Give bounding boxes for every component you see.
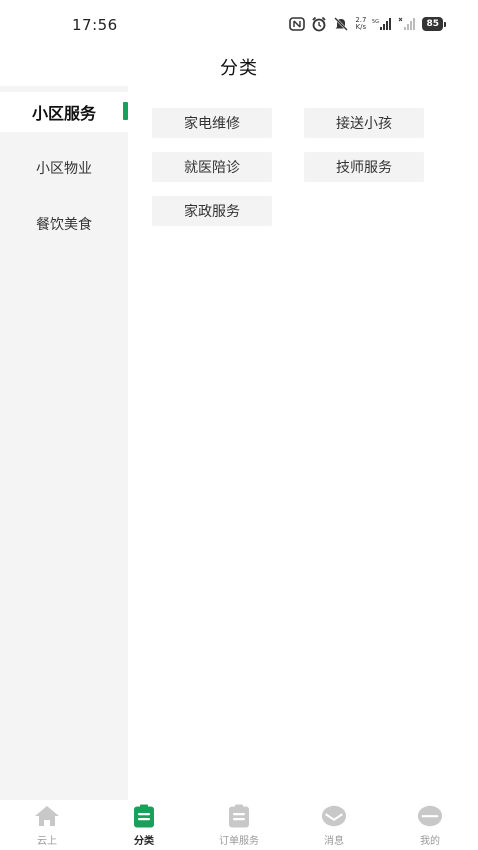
speed-unit: K/s [355, 23, 367, 31]
signal-no-service-icon [398, 17, 416, 31]
status-icons: 2.7 K/s 5G 85 [289, 14, 446, 34]
chip-housekeeping[interactable]: 家政服务 [152, 196, 272, 226]
battery-level: 85 [422, 17, 443, 31]
nav-item-profile[interactable]: 我的 [398, 804, 462, 850]
chip-child-pickup[interactable]: 接送小孩 [304, 108, 424, 138]
message-icon [321, 804, 347, 828]
nav-item-orders[interactable]: 订单服务 [207, 804, 271, 850]
sidebar-item-food[interactable]: 餐饮美食 [0, 204, 128, 244]
svg-text:5G: 5G [372, 19, 379, 25]
nav-label: 我的 [420, 836, 440, 847]
nav-item-category[interactable]: 分类 [112, 804, 176, 850]
category-sidebar: 小区服务 小区物业 餐饮美食 [0, 86, 128, 800]
mute-icon [333, 16, 349, 32]
page-title: 分类 [220, 58, 258, 79]
alarm-icon [311, 16, 327, 32]
profile-icon [417, 804, 443, 828]
nav-item-home[interactable]: 云上 [15, 804, 79, 850]
chip-label: 技师服务 [336, 160, 392, 176]
chip-label: 就医陪诊 [184, 160, 240, 176]
sidebar-item-label: 小区服务 [31, 104, 96, 123]
status-bar: 17:56 2.7 K/s 5G 85 [0, 0, 478, 48]
nfc-icon [289, 17, 306, 31]
chip-appliance-repair[interactable]: 家电维修 [152, 108, 272, 138]
nav-item-messages[interactable]: 消息 [302, 804, 366, 850]
subcategory-panel: 家电维修 接送小孩 就医陪诊 技师服务 家政服务 [128, 86, 478, 800]
chip-label: 家政服务 [184, 204, 240, 220]
sidebar-item-community-services[interactable]: 小区服务 [0, 92, 128, 132]
nav-label: 云上 [37, 836, 57, 847]
sidebar-item-property[interactable]: 小区物业 [0, 148, 128, 188]
status-time: 17:56 [72, 16, 118, 34]
nav-label: 分类 [134, 836, 154, 847]
bottom-nav: 云上 分类 订单服务 消息 我的 [0, 800, 478, 850]
battery-icon: 85 [422, 17, 446, 31]
nav-label: 订单服务 [219, 836, 259, 847]
network-speed: 2.7 K/s [355, 17, 366, 31]
chip-label: 接送小孩 [336, 116, 392, 132]
chip-medical-escort[interactable]: 就医陪诊 [152, 152, 272, 182]
chip-label: 家电维修 [184, 116, 240, 132]
nav-label: 消息 [324, 836, 344, 847]
chip-technician-service[interactable]: 技师服务 [304, 152, 424, 182]
sidebar-item-label: 小区物业 [36, 161, 92, 177]
home-icon [34, 804, 60, 828]
header: 分类 [0, 48, 478, 86]
orders-icon [226, 804, 252, 828]
category-icon [131, 804, 157, 828]
signal-icon: 5G [372, 17, 392, 31]
sidebar-item-label: 餐饮美食 [36, 217, 92, 233]
